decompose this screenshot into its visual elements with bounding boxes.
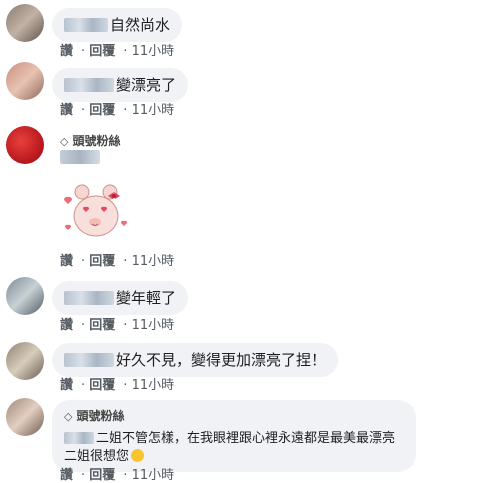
comment-bubble: 好久不見，變得更加漂亮了捏！ [52, 343, 339, 377]
top-fan-badge: ◇ 頭號粉絲 [64, 406, 404, 427]
author-name-blurred[interactable] [64, 291, 114, 305]
like-link[interactable]: 讚 [60, 254, 73, 269]
comment-text: 變年輕了 [116, 289, 177, 307]
reply-link[interactable]: 回覆 [89, 468, 115, 483]
avatar[interactable] [6, 398, 44, 436]
comment-text: 好久不見，變得更加漂亮了捏！ [116, 351, 327, 369]
comment-actions: 讚 · 回覆 · 11小時 [60, 103, 175, 118]
badge-label: 頭號粉絲 [72, 134, 121, 148]
blowing-kiss-emoji-icon [131, 449, 145, 462]
timestamp[interactable]: 11小時 [132, 318, 175, 333]
comment-actions: 讚 · 回覆 · 11小時 [60, 378, 175, 393]
top-fan-badge: ◇ 頭號粉絲 [60, 132, 120, 149]
comment-bubble: 變年輕了 [52, 281, 189, 315]
reply-link[interactable]: 回覆 [89, 378, 115, 393]
avatar[interactable] [6, 4, 44, 42]
comment-bubble: 自然尚水 [52, 8, 183, 42]
like-link[interactable]: 讚 [60, 468, 73, 483]
author-name-blurred[interactable] [64, 432, 94, 444]
comment-actions: 讚 · 回覆 · 11小時 [60, 468, 175, 483]
comment-bubble: 變漂亮了 [52, 68, 189, 102]
comment-actions: 讚 · 回覆 · 11小時 [60, 318, 175, 333]
comment-bubble: ◇ 頭號粉絲 二姐不管怎樣，在我眼裡跟心裡永遠都是最美最漂亮 二姐很想您 [52, 400, 416, 472]
avatar[interactable] [6, 62, 44, 100]
timestamp[interactable]: 11小時 [132, 468, 175, 483]
comment-text: 變漂亮了 [116, 76, 177, 94]
comment-text-line1: 二姐不管怎樣，在我眼裡跟心裡永遠都是最美最漂亮 [96, 431, 396, 446]
badge-label: 頭號粉絲 [76, 409, 125, 423]
author-name-blurred[interactable] [64, 18, 108, 32]
timestamp[interactable]: 11小時 [132, 254, 175, 269]
reply-link[interactable]: 回覆 [89, 103, 115, 118]
like-link[interactable]: 讚 [60, 44, 73, 59]
reply-link[interactable]: 回覆 [89, 44, 115, 59]
author-name-blurred[interactable] [64, 353, 114, 367]
timestamp[interactable]: 11小時 [132, 103, 175, 118]
avatar[interactable] [6, 277, 44, 315]
bear-sticker [63, 184, 128, 237]
author-name-blurred[interactable] [64, 78, 114, 92]
author-name-blurred[interactable] [60, 150, 100, 164]
like-link[interactable]: 讚 [60, 378, 73, 393]
avatar[interactable] [6, 126, 44, 164]
comment-actions: 讚 · 回覆 · 11小時 [60, 254, 175, 269]
diamond-icon: ◇ [60, 135, 69, 148]
reply-link[interactable]: 回覆 [89, 254, 115, 269]
like-link[interactable]: 讚 [60, 103, 73, 118]
diamond-icon: ◇ [64, 410, 73, 423]
avatar[interactable] [6, 342, 44, 380]
timestamp[interactable]: 11小時 [132, 44, 175, 59]
comment-actions: 讚 · 回覆 · 11小時 [60, 44, 175, 59]
comment-text: 自然尚水 [110, 16, 171, 34]
comment-text-line2: 二姐很想您 [64, 449, 130, 464]
timestamp[interactable]: 11小時 [132, 378, 175, 393]
reply-link[interactable]: 回覆 [89, 318, 115, 333]
like-link[interactable]: 讚 [60, 318, 73, 333]
